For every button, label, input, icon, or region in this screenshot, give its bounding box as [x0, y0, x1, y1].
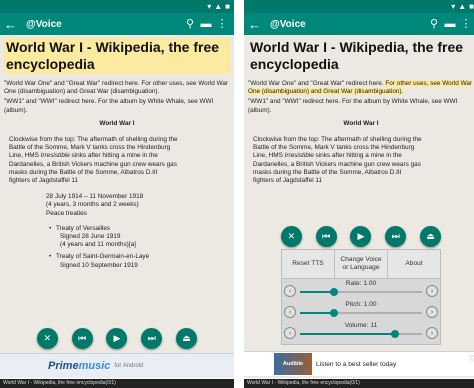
about-button[interactable]: About	[388, 250, 440, 278]
volume-slider[interactable]	[300, 330, 422, 338]
battery-icon: ■	[469, 2, 474, 11]
app-bar: ← @Voice ⚲ ▬ ⋮	[0, 13, 234, 35]
image-caption: Clockwise from the top: The aftermath of…	[4, 136, 179, 185]
ad-banner[interactable]: Primemusic for Android	[0, 353, 234, 378]
screenshot-stage: ▾ ▲ ■ ← @Voice ⚲ ▬ ⋮ World War I - Wikip…	[0, 0, 474, 388]
rate-increase-button[interactable]: ›	[426, 285, 438, 297]
phone-screen-right: ▾ ▲ ■ ← @Voice ⚲ ▬ ⋮ World War I - Wikip…	[244, 0, 474, 378]
search-icon[interactable]: ⚲	[426, 18, 442, 30]
search-icon[interactable]: ⚲	[182, 18, 198, 30]
redirect-text: "World War One" and "Great War" redirect…	[4, 80, 142, 87]
phone-screen-left: ▾ ▲ ■ ← @Voice ⚲ ▬ ⋮ World War I - Wikip…	[0, 0, 234, 378]
peace-label: Peace treaties	[46, 209, 87, 217]
signal-icon: ▲	[458, 2, 467, 11]
page-title: World War I - Wikipedia, the free encycl…	[250, 39, 464, 72]
bottom-status-left: World War I - Wikipedia, the free encycl…	[0, 379, 234, 388]
treaty-list: Treaty of Versailles Signed 28 June 1919…	[4, 225, 230, 270]
status-bar: ▾ ▲ ■	[0, 0, 234, 13]
rate-slider[interactable]	[300, 288, 422, 296]
change-voice-button[interactable]: Change Voice or Language	[335, 250, 388, 278]
page-title: World War I - Wikipedia, the free encycl…	[4, 38, 230, 74]
playback-controls: ✕ ⏮ ▶ ⏭ ⏏	[0, 326, 234, 350]
volume-slider-thumb[interactable]	[391, 330, 400, 338]
section-heading: World War I	[343, 119, 379, 127]
rewind-button[interactable]: ⏮	[315, 225, 337, 247]
treaty-signed: Signed 10 September 1919	[60, 261, 138, 269]
ad-banner[interactable]: Audible Listen to a best seller today ⓘ	[244, 351, 474, 376]
panel-button-row: Reset TTS Change Voice or Language About	[282, 250, 440, 279]
redirect-note: "World War One" and "Great War" redirect…	[248, 80, 474, 96]
overflow-menu-icon[interactable]: ⋮	[214, 18, 230, 30]
section-heading: World War I	[99, 119, 135, 127]
tts-settings-panel: Reset TTS Change Voice or Language About…	[281, 249, 441, 345]
volume-slider-fill	[300, 333, 396, 335]
reset-tts-button[interactable]: Reset TTS	[282, 250, 335, 278]
eject-button[interactable]: ⏏	[420, 225, 442, 247]
eject-button[interactable]: ⏏	[176, 327, 198, 349]
pitch-increase-button[interactable]: ›	[426, 306, 438, 318]
rate-label: Rate: 1.00	[345, 280, 377, 287]
ad-text: Listen to a best seller today	[316, 360, 397, 368]
app-title: @Voice	[26, 18, 62, 30]
caption-ship: Irresistible	[40, 152, 70, 160]
forward-button[interactable]: ⏭	[141, 327, 163, 349]
ad-brand-prime: Prime	[48, 360, 79, 372]
caption-ship: Irresistible	[284, 152, 314, 160]
mute-button[interactable]: ✕	[36, 327, 58, 349]
signal-icon: ▲	[214, 2, 223, 11]
ad-brand: Audible	[274, 353, 312, 375]
ad-close-icon[interactable]: ⓘ	[469, 354, 474, 363]
app-bar: ← @Voice ⚲ ▬ ⋮	[244, 13, 474, 35]
folder-icon[interactable]: ▬	[442, 18, 458, 30]
pitch-slider-row: ‹ Pitch: 1.00 ›	[282, 300, 440, 321]
forward-button[interactable]: ⏭	[385, 225, 407, 247]
playback-controls: ✕ ⏮ ▶ ⏭ ⏏	[244, 224, 474, 248]
back-arrow-icon[interactable]: ←	[4, 18, 20, 31]
wifi-icon: ▾	[451, 2, 456, 11]
redirect-note-2[interactable]: "WW1" and "WWI" redirect here. For the a…	[4, 98, 230, 114]
bottom-status-right: World War I - Wikipedia, the free encycl…	[244, 379, 474, 388]
treaty-duration: (4 years and 11 months)[a]	[60, 241, 136, 249]
list-item[interactable]: Treaty of Versailles Signed 28 June 1919…	[49, 225, 230, 250]
pitch-slider-fill	[300, 312, 335, 314]
redirect-note-2[interactable]: "WW1" and "WWI" redirect here. For the a…	[248, 98, 474, 114]
play-button[interactable]: ▶	[106, 327, 128, 349]
redirect-text: "World War One" and "Great War" redirect…	[248, 80, 386, 87]
back-arrow-icon[interactable]: ←	[248, 18, 264, 31]
infobox-dates: 28 July 1914 – 11 November 1918 (4 years…	[4, 193, 230, 218]
volume-label: Volume: 11	[344, 322, 378, 329]
rate-slider-fill	[300, 291, 335, 293]
volume-slider-row: ‹ Volume: 11 ›	[282, 321, 440, 342]
redirect-note: "World War One" and "Great War" redirect…	[4, 80, 230, 96]
rate-slider-row: ‹ Rate: 1.00 ›	[282, 279, 440, 300]
volume-increase-button[interactable]: ›	[426, 327, 438, 339]
folder-icon[interactable]: ▬	[198, 18, 214, 30]
list-item[interactable]: Treaty of Saint-Germain-en-Laye Signed 1…	[49, 253, 230, 269]
treaty-name[interactable]: Treaty of Saint-Germain-en-Laye	[56, 253, 230, 261]
treaty-signed: Signed 28 June 1919	[60, 233, 121, 241]
ad-brand-music: music	[78, 360, 111, 372]
play-button[interactable]: ▶	[350, 225, 372, 247]
pitch-slider[interactable]	[300, 309, 422, 317]
mute-button[interactable]: ✕	[280, 225, 302, 247]
battery-icon: ■	[225, 2, 230, 11]
war-dates: 28 July 1914 – 11 November 1918	[46, 193, 144, 201]
pitch-label: Pitch: 1.00	[345, 301, 377, 308]
wifi-icon: ▾	[207, 2, 212, 11]
pitch-slider-thumb[interactable]	[330, 309, 339, 317]
image-caption: Clockwise from the top: The aftermath of…	[248, 136, 423, 185]
treaty-name[interactable]: Treaty of Versailles	[56, 225, 230, 233]
overflow-menu-icon[interactable]: ⋮	[458, 18, 474, 30]
ad-brand: Primemusic	[0, 360, 110, 372]
status-bar: ▾ ▲ ■	[244, 0, 474, 13]
app-title: @Voice	[270, 18, 306, 30]
ad-subtitle: for Android	[114, 363, 144, 369]
rate-slider-thumb[interactable]	[330, 288, 339, 296]
rewind-button[interactable]: ⏮	[71, 327, 93, 349]
war-duration: (4 years, 3 months and 2 weeks)	[46, 201, 139, 209]
